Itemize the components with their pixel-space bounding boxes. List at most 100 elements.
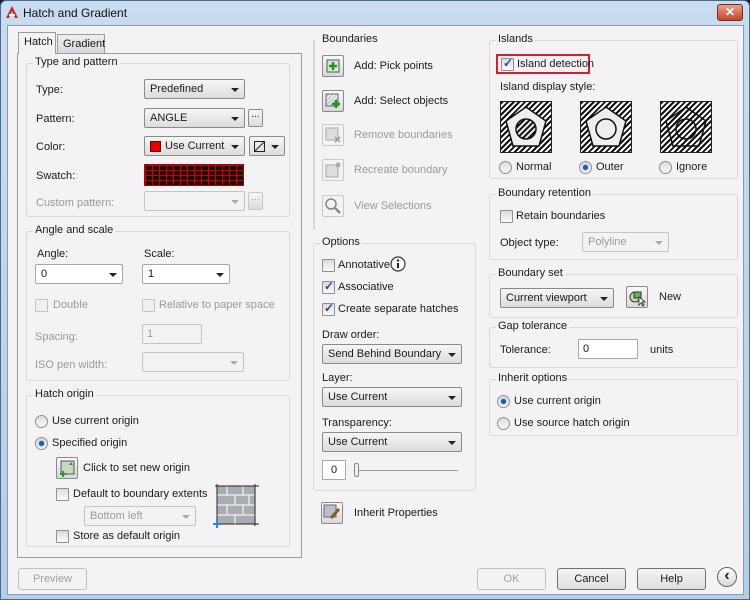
island-normal-preview[interactable]: [500, 101, 552, 153]
scale-dropdown[interactable]: 1: [142, 264, 230, 284]
boundary-retention-group: Boundary retention Retain boundaries Obj…: [489, 187, 738, 260]
collapse-button[interactable]: ‹: [717, 567, 737, 587]
transparency-slider-track[interactable]: [354, 470, 458, 471]
pick-points-icon: [326, 59, 340, 73]
boundary-set-dropdown[interactable]: Current viewport: [500, 288, 614, 308]
annotative-label: Annotative: [338, 259, 390, 271]
iso-pen-width-dropdown[interactable]: [142, 352, 244, 372]
tolerance-input[interactable]: 0: [578, 339, 638, 359]
angle-scale-title: Angle and scale: [33, 224, 116, 236]
relative-paper-space-checkbox[interactable]: [142, 299, 155, 312]
chevron-down-icon: [230, 361, 238, 365]
color-value: Use Current: [165, 140, 225, 152]
add-select-objects-label[interactable]: Add: Select objects: [354, 95, 448, 107]
preview-button[interactable]: Preview: [18, 568, 87, 590]
origin-preview-icon: [213, 484, 259, 528]
close-button[interactable]: ✕: [717, 4, 743, 21]
ok-button[interactable]: OK: [477, 568, 546, 590]
draw-order-dropdown[interactable]: Send Behind Boundary: [322, 344, 462, 364]
transparency-amount-input[interactable]: 0: [322, 460, 346, 480]
add-select-objects-button[interactable]: [322, 90, 344, 112]
default-boundary-extents-checkbox[interactable]: [56, 488, 69, 501]
specified-origin-radio[interactable]: [35, 437, 48, 450]
spacing-input[interactable]: 1: [142, 324, 202, 344]
transparency-value: Use Current: [328, 436, 388, 448]
gap-tolerance-group: Gap tolerance Tolerance: 0 units: [489, 320, 738, 368]
angle-dropdown[interactable]: 0: [35, 264, 123, 284]
island-outer-preview[interactable]: [580, 101, 632, 153]
add-pick-points-button[interactable]: [322, 55, 344, 77]
layer-label: Layer:: [322, 372, 353, 384]
island-outer-radio[interactable]: [579, 161, 592, 174]
draw-order-value: Send Behind Boundary: [328, 348, 442, 360]
recreate-boundary-button[interactable]: [322, 159, 344, 181]
swatch-label: Swatch:: [36, 170, 76, 182]
double-label: Double: [53, 299, 88, 311]
transparency-dropdown[interactable]: Use Current: [322, 432, 462, 452]
info-icon[interactable]: [390, 256, 406, 272]
inherit-use-source-origin-radio[interactable]: [497, 417, 510, 430]
object-type-value: Polyline: [588, 236, 627, 248]
transparency-slider-thumb[interactable]: [354, 463, 359, 477]
island-detection-checkbox[interactable]: [501, 56, 514, 71]
custom-pattern-dropdown[interactable]: [144, 191, 245, 211]
tolerance-label: Tolerance:: [500, 344, 551, 356]
island-normal-radio[interactable]: [499, 161, 512, 174]
inherit-options-title: Inherit options: [496, 372, 570, 384]
set-origin-button[interactable]: [56, 457, 78, 479]
object-type-dropdown[interactable]: Polyline: [582, 232, 669, 252]
relative-paper-space-label: Relative to paper space: [159, 299, 275, 311]
associative-checkbox[interactable]: [322, 279, 335, 294]
iso-pen-width-label: ISO pen width:: [35, 359, 108, 371]
origin-position-dropdown[interactable]: Bottom left: [84, 506, 196, 526]
inherit-use-current-origin-radio[interactable]: [497, 395, 510, 408]
color-dropdown[interactable]: Use Current: [144, 136, 245, 156]
chevron-down-icon: [182, 515, 190, 519]
custom-pattern-label: Custom pattern:: [36, 197, 115, 209]
pattern-swatch-preview[interactable]: [144, 164, 244, 186]
use-current-origin-radio[interactable]: [35, 415, 48, 428]
island-ignore-preview[interactable]: [660, 101, 712, 153]
island-ignore-icon: [665, 106, 707, 147]
double-checkbox[interactable]: [35, 299, 48, 312]
tab-hatch[interactable]: Hatch: [18, 32, 56, 54]
separate-hatches-label: Create separate hatches: [338, 303, 459, 315]
tab-gradient[interactable]: Gradient: [57, 34, 105, 54]
chevron-down-icon: [271, 145, 279, 149]
set-origin-icon: [60, 460, 75, 477]
custom-pattern-browse-button[interactable]: ...: [248, 192, 263, 210]
pattern-browse-button[interactable]: ...: [248, 109, 263, 127]
island-outer-icon: [585, 106, 627, 147]
remove-boundaries-icon: [325, 127, 341, 143]
cancel-button[interactable]: Cancel: [557, 568, 626, 590]
new-boundary-set-label: New: [659, 291, 682, 303]
store-default-origin-checkbox[interactable]: [56, 530, 69, 543]
options-group: Options Annotative Associative Create se…: [313, 236, 476, 491]
new-boundary-set-button[interactable]: [626, 286, 648, 308]
annotative-checkbox[interactable]: [322, 259, 335, 272]
island-normal-icon: [505, 106, 547, 147]
view-selections-button[interactable]: [322, 195, 344, 217]
layer-dropdown[interactable]: Use Current: [322, 387, 462, 407]
type-dropdown[interactable]: Predefined: [144, 79, 245, 99]
pattern-dropdown[interactable]: ANGLE: [144, 108, 245, 128]
angle-scale-group: Angle and scale Angle: 0 Scale: 1 Double…: [26, 224, 290, 381]
inherit-properties-button[interactable]: [321, 502, 343, 524]
remove-boundaries-label[interactable]: Remove boundaries: [354, 129, 452, 141]
remove-boundaries-button[interactable]: [322, 124, 344, 146]
island-ignore-radio[interactable]: [659, 161, 672, 174]
inherit-properties-label[interactable]: Inherit Properties: [354, 507, 438, 519]
view-selections-label[interactable]: View Selections: [354, 200, 431, 212]
boundary-set-group: Boundary set Current viewport New: [489, 267, 738, 318]
add-pick-points-label[interactable]: Add: Pick points: [354, 60, 433, 72]
island-ignore-label: Ignore: [676, 161, 708, 173]
background-color-dropdown[interactable]: [249, 136, 285, 156]
title-bar: Hatch and Gradient ✕: [1, 1, 749, 25]
retain-boundaries-checkbox[interactable]: [500, 210, 513, 223]
chevron-down-icon: [448, 396, 456, 400]
inherit-use-current-origin-label: Use current origin: [514, 395, 601, 407]
separate-hatches-checkbox[interactable]: [322, 301, 335, 316]
type-label: Type:: [36, 84, 63, 96]
help-button[interactable]: Help: [637, 568, 706, 590]
recreate-boundary-label[interactable]: Recreate boundary: [354, 164, 448, 176]
